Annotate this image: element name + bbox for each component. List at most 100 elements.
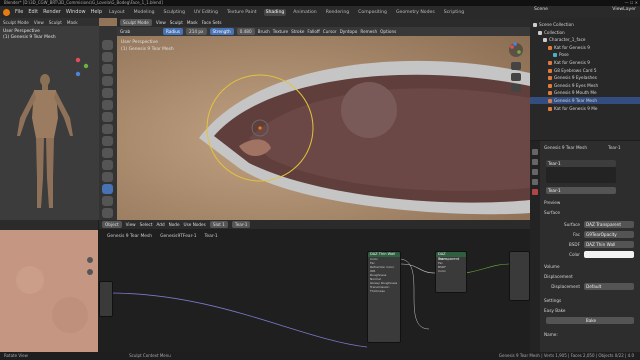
radius-label[interactable]: Radius [163, 28, 184, 35]
menu-falloff[interactable]: Falloff [307, 29, 319, 34]
tab-geometry-nodes[interactable]: Geometry Nodes [394, 9, 437, 16]
dyntopo-toggle[interactable]: Dyntopo [340, 29, 358, 34]
node-editor-type[interactable]: Object [102, 221, 122, 228]
outliner-item[interactable]: Collection [530, 29, 640, 36]
render-tab-icon[interactable] [532, 159, 538, 165]
smooth-icon[interactable] [102, 124, 113, 134]
section-settings[interactable]: Settings [544, 297, 638, 304]
main-nav-gizmo[interactable] [505, 40, 527, 100]
tab-sculpting[interactable]: Sculpting [162, 9, 187, 16]
material-slot-list[interactable] [546, 167, 616, 183]
material-output-node[interactable] [509, 251, 530, 301]
node-editor-canvas[interactable]: DAZ Thin Wall Color Fac Refraction Color… [99, 229, 530, 352]
outliner-item[interactable]: G8 Eyebrows Card 5 [530, 67, 640, 74]
displacement-field[interactable]: Default [584, 283, 634, 290]
clay-strips-icon[interactable] [102, 76, 113, 86]
main-menu-sculpt[interactable]: Sculpt [170, 20, 183, 25]
menu-stroke[interactable]: Stroke [291, 29, 304, 34]
outliner-item[interactable]: Genesis 9 Eyes Mesh [530, 82, 640, 89]
bsdf-field[interactable]: DAZ Thin Wall [584, 241, 634, 248]
node-material-select[interactable]: Tear-1 [231, 221, 251, 228]
crumb-object[interactable]: Genesis 9 Tear Mesh [107, 234, 152, 239]
thumb-icon[interactable] [102, 208, 113, 218]
radius-value[interactable]: 214 px [186, 28, 207, 35]
scene-selector[interactable]: Scene [534, 7, 548, 12]
node-socket[interactable]: Color [436, 269, 466, 273]
grab-icon[interactable] [102, 184, 113, 194]
tab-scripting[interactable]: Scripting [442, 9, 466, 16]
material-slot-list-item[interactable]: Tear-1 [546, 160, 616, 167]
outliner-item[interactable]: Character_1_face [530, 36, 640, 43]
blender-logo-icon[interactable] [3, 8, 10, 16]
left-3d-viewport[interactable]: Sculpt Mode View Sculpt Mask User Perspe… [0, 18, 99, 220]
view-layer-selector[interactable]: ViewLayer [612, 7, 636, 12]
crease-icon[interactable] [102, 112, 113, 122]
modifier-tab-icon[interactable] [532, 179, 538, 185]
section-surface[interactable]: Surface [544, 209, 638, 216]
node-menu-view[interactable]: View [126, 222, 136, 227]
use-nodes-checkbox[interactable]: Use Nodes [184, 222, 206, 227]
draw-brush-icon[interactable] [102, 40, 113, 50]
tab-animation[interactable]: Animation [291, 9, 318, 16]
tool-tab-icon[interactable] [532, 149, 538, 155]
daz-transparent-node[interactable]: DAZ Transparent BSDF Fac BSDF Color [435, 251, 467, 293]
menu-render[interactable]: Render [43, 9, 61, 15]
color-swatch[interactable] [584, 251, 634, 258]
tab-modeling[interactable]: Modeling [132, 9, 157, 16]
crumb-data[interactable]: Genesis9TFear-1 [160, 234, 196, 239]
remesh-menu[interactable]: Remesh [360, 29, 377, 34]
draw-sharp-icon[interactable] [102, 52, 113, 62]
options-menu[interactable]: Options [380, 29, 396, 34]
slot-select[interactable]: Slot 1 [209, 221, 228, 228]
object-tab-icon[interactable] [532, 169, 538, 175]
texture-viewport[interactable] [0, 220, 98, 352]
clay-icon[interactable] [102, 64, 113, 74]
tab-rendering[interactable]: Rendering [324, 9, 351, 16]
pan-icon[interactable] [511, 73, 521, 81]
strength-label[interactable]: Strength [209, 28, 234, 35]
tab-texture-paint[interactable]: Texture Paint [225, 9, 259, 16]
blob-icon[interactable] [102, 100, 113, 110]
outliner-item[interactable]: Scene Collection [530, 21, 640, 28]
outliner-item[interactable]: Genesis 9 Mouth Me [530, 89, 640, 96]
material-tab-icon[interactable] [532, 189, 538, 195]
section-displacement[interactable]: Displacement [544, 273, 638, 280]
strength-value[interactable]: 0.480 [236, 28, 255, 35]
camera-view-icon[interactable] [511, 84, 521, 92]
bake-button[interactable]: Bake [546, 317, 634, 324]
menu-edit[interactable]: Edit [28, 9, 38, 15]
zoom-icon[interactable] [511, 62, 521, 70]
section-preview[interactable]: Preview [544, 199, 638, 206]
menu-cursor[interactable]: Cursor [323, 29, 337, 34]
daz-thin-wall-node[interactable]: DAZ Thin Wall Color Fac Refraction Color… [367, 251, 401, 343]
tab-layout[interactable]: Layout [107, 9, 127, 16]
menu-brush[interactable]: Brush [258, 29, 270, 34]
menu-help[interactable]: Help [91, 9, 102, 15]
menu-window[interactable]: Window [66, 9, 86, 15]
tab-shading[interactable]: Shading [263, 8, 287, 16]
section-volume[interactable]: Volume [544, 263, 638, 270]
node-menu-node[interactable]: Node [169, 222, 180, 227]
menu-texture[interactable]: Texture [273, 29, 288, 34]
outliner-item[interactable]: Pose [530, 51, 640, 58]
fac-field[interactable]: G9TearOpacity [584, 231, 634, 238]
node-menu-add[interactable]: Add [157, 222, 165, 227]
crumb-material[interactable]: Tear-1 [205, 234, 218, 239]
left-nav-gizmo[interactable] [70, 52, 94, 80]
material-name-field[interactable]: Tear-1 [546, 187, 616, 194]
main-mode-select[interactable]: Sculpt Mode [120, 19, 152, 26]
tab-uv-editing[interactable]: UV Editing [192, 9, 220, 16]
scrape-icon[interactable] [102, 160, 113, 170]
outliner-item[interactable]: Genesis 9 Tear Mesh [530, 97, 640, 105]
menu-file[interactable]: File [15, 9, 23, 15]
outliner-item[interactable]: Kat for Genesis 9 [530, 59, 640, 66]
main-menu-face-sets[interactable]: Face Sets [202, 20, 222, 25]
flatten-icon[interactable] [102, 136, 113, 146]
pinch-icon[interactable] [102, 172, 113, 182]
outliner-item[interactable]: Genesis 9 Eyelashes [530, 74, 640, 81]
surface-shader-field[interactable]: DAZ Transparent [584, 221, 634, 228]
image-node[interactable] [99, 281, 113, 317]
node-menu-select[interactable]: Select [140, 222, 153, 227]
section-easy-bake[interactable]: Easy Bake [544, 307, 638, 314]
main-menu-view[interactable]: View [156, 20, 166, 25]
